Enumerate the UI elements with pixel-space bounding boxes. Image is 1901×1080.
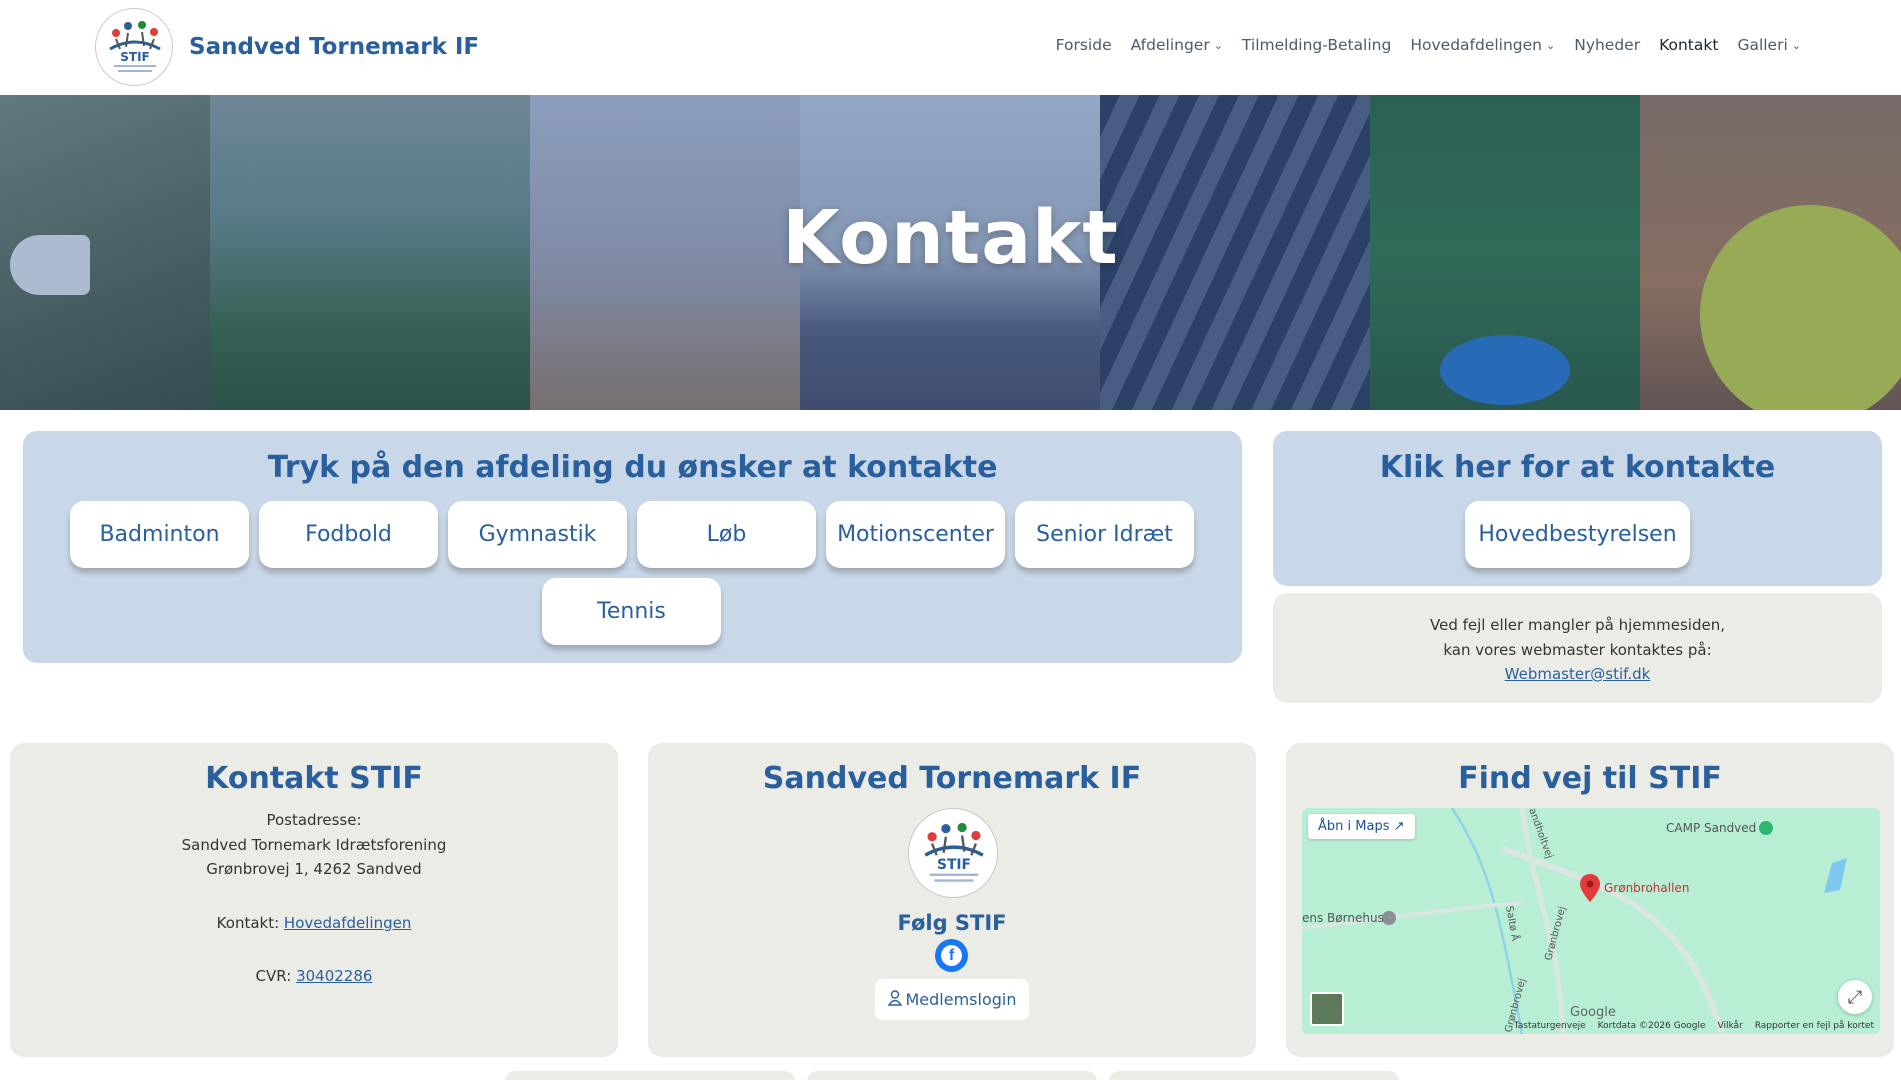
nav-label: Nyheder [1574,36,1641,54]
contact-card: Kontakt STIF Postadresse: Sandved Tornem… [10,743,618,1057]
dept-button-tennis[interactable]: Tennis [542,578,721,645]
brand[interactable]: STIF Sandved Tornemark IF [95,8,479,86]
map-roads [1302,808,1847,1034]
contact-label: Kontakt: [216,913,280,932]
board-card: Klik her for at kontakte Hovedbestyrelse… [1273,431,1882,586]
fullscreen-icon[interactable]: ⤢ [1838,980,1872,1014]
map-label-camp: CAMP Sandved [1666,821,1757,835]
nav-label: Hovedafdelingen [1410,36,1542,54]
nav-label: Kontakt [1659,36,1719,54]
webmaster-line2: kan vores webmaster kontaktes på: [1443,640,1712,659]
google-logo: Google [1570,1005,1616,1020]
map-pin-icon[interactable] [1580,874,1600,902]
contact-address: Postadresse: Sandved Tornemark Idrætsfor… [10,808,618,882]
board-button[interactable]: Hovedbestyrelsen [1465,501,1690,568]
open-in-maps-label: Åbn i Maps [1318,819,1390,834]
nav-afdelinger[interactable]: Afdelinger ⌄ [1131,36,1223,54]
follow-heading: Følg STIF [897,911,1007,935]
dept-button-motionscenter[interactable]: Motionscenter [826,501,1005,568]
contact-link-hovedafdelingen[interactable]: Hovedafdelingen [284,914,411,932]
departments-heading: Tryk på den afdeling du ønsker at kontak… [267,450,998,485]
dept-button-fodbold[interactable]: Fodbold [259,501,438,568]
satellite-toggle[interactable] [1310,992,1344,1026]
member-login-label: Medlemslogin [905,990,1017,1009]
nav-label: Forside [1055,36,1112,54]
dept-button-gymnastik[interactable]: Gymnastik [448,501,627,568]
nav-tilmelding[interactable]: Tilmelding-Betaling [1242,36,1391,54]
map-footer-report[interactable]: Rapporter en fejl på kortet [1755,1021,1874,1031]
site-title[interactable]: Sandved Tornemark IF [189,34,479,60]
board-heading: Klik her for at kontakte [1379,450,1776,485]
chevron-down-icon: ⌄ [1213,38,1223,52]
nav-kontakt[interactable]: Kontakt [1659,36,1718,54]
cvr-link[interactable]: 30402286 [296,967,372,985]
open-in-maps-button[interactable]: Åbn i Maps ↗ [1308,814,1415,839]
facebook-glyph: f [941,945,962,966]
webmaster-line1: Ved fejl eller mangler på hjemmesiden, [1430,616,1725,634]
nav-galleri[interactable]: Galleri ⌄ [1737,36,1801,54]
logo-text: STIF [120,50,150,64]
next-section-card-3 [1109,1071,1399,1080]
user-icon [887,989,902,1010]
map-heading: Find vej til STIF [1458,761,1722,796]
nav-forside[interactable]: Forside [1056,36,1112,54]
next-section-card-1 [505,1071,795,1080]
webmaster-text: Ved fejl eller mangler på hjemmesiden, k… [1273,613,1882,687]
hero-banner: Kontakt [0,95,1901,410]
member-login-button[interactable]: Medlemslogin [875,979,1029,1020]
map-label-hall: Grønbrohallen [1604,881,1690,895]
facebook-icon[interactable]: f [935,939,968,972]
address-street: Grønbrovej 1, 4262 Sandved [206,860,422,878]
club-logo[interactable]: STIF [95,8,173,86]
address-name: Sandved Tornemark Idrætsforening [181,835,447,854]
webmaster-email-link[interactable]: Webmaster@stif.dk [1505,665,1651,683]
map-label-kids: ens Børnehus [1302,911,1384,925]
map-footer-shortcuts[interactable]: Tastaturgenveje [1514,1021,1586,1031]
site-header: STIF Sandved Tornemark IF Forside Afdeli… [0,0,1901,95]
external-link-icon: ↗ [1393,819,1405,834]
address-label: Postadresse: [266,811,362,829]
next-section-card-2 [807,1071,1097,1080]
nav-hovedafdelingen[interactable]: Hovedafdelingen ⌄ [1410,36,1555,54]
club-card-logo: STIF [908,808,998,898]
map-footer-data: Kortdata ©2026 Google [1597,1021,1706,1031]
nav-label: Afdelinger [1130,36,1210,54]
nav-label: Galleri [1737,36,1788,54]
dept-button-lob[interactable]: Løb [637,501,816,568]
page-title: Kontakt [782,195,1119,281]
nav-nyheder[interactable]: Nyheder [1574,36,1640,54]
dept-button-senior-idraet[interactable]: Senior Idræt [1015,501,1194,568]
nav-label: Tilmelding-Betaling [1241,36,1392,54]
contact-heading: Kontakt STIF [205,761,423,796]
dept-button-badminton[interactable]: Badminton [70,501,249,568]
club-heading: Sandved Tornemark IF [762,761,1142,796]
contact-line: Kontakt: Hovedafdelingen [10,911,618,936]
departments-card: Tryk på den afdeling du ønsker at kontak… [23,431,1242,663]
chevron-down-icon: ⌄ [1546,38,1556,52]
logo-text: STIF [937,857,971,873]
map-footer-terms[interactable]: Vilkår [1717,1021,1742,1031]
cvr-line: CVR: 30402286 [10,964,618,989]
embedded-map[interactable]: Åbn i Maps ↗ CAMP Sandved Grønbrohallen … [1302,808,1880,1034]
webmaster-card: Ved fejl eller mangler på hjemmesiden, k… [1273,593,1882,703]
map-footer: Tastaturgenveje Kortdata ©2026 Google Vi… [1514,1021,1874,1031]
main-nav: Forside Afdelinger ⌄ Tilmelding-Betaling … [1056,36,1801,54]
cvr-label: CVR: [255,967,292,985]
chevron-down-icon: ⌄ [1791,38,1801,52]
